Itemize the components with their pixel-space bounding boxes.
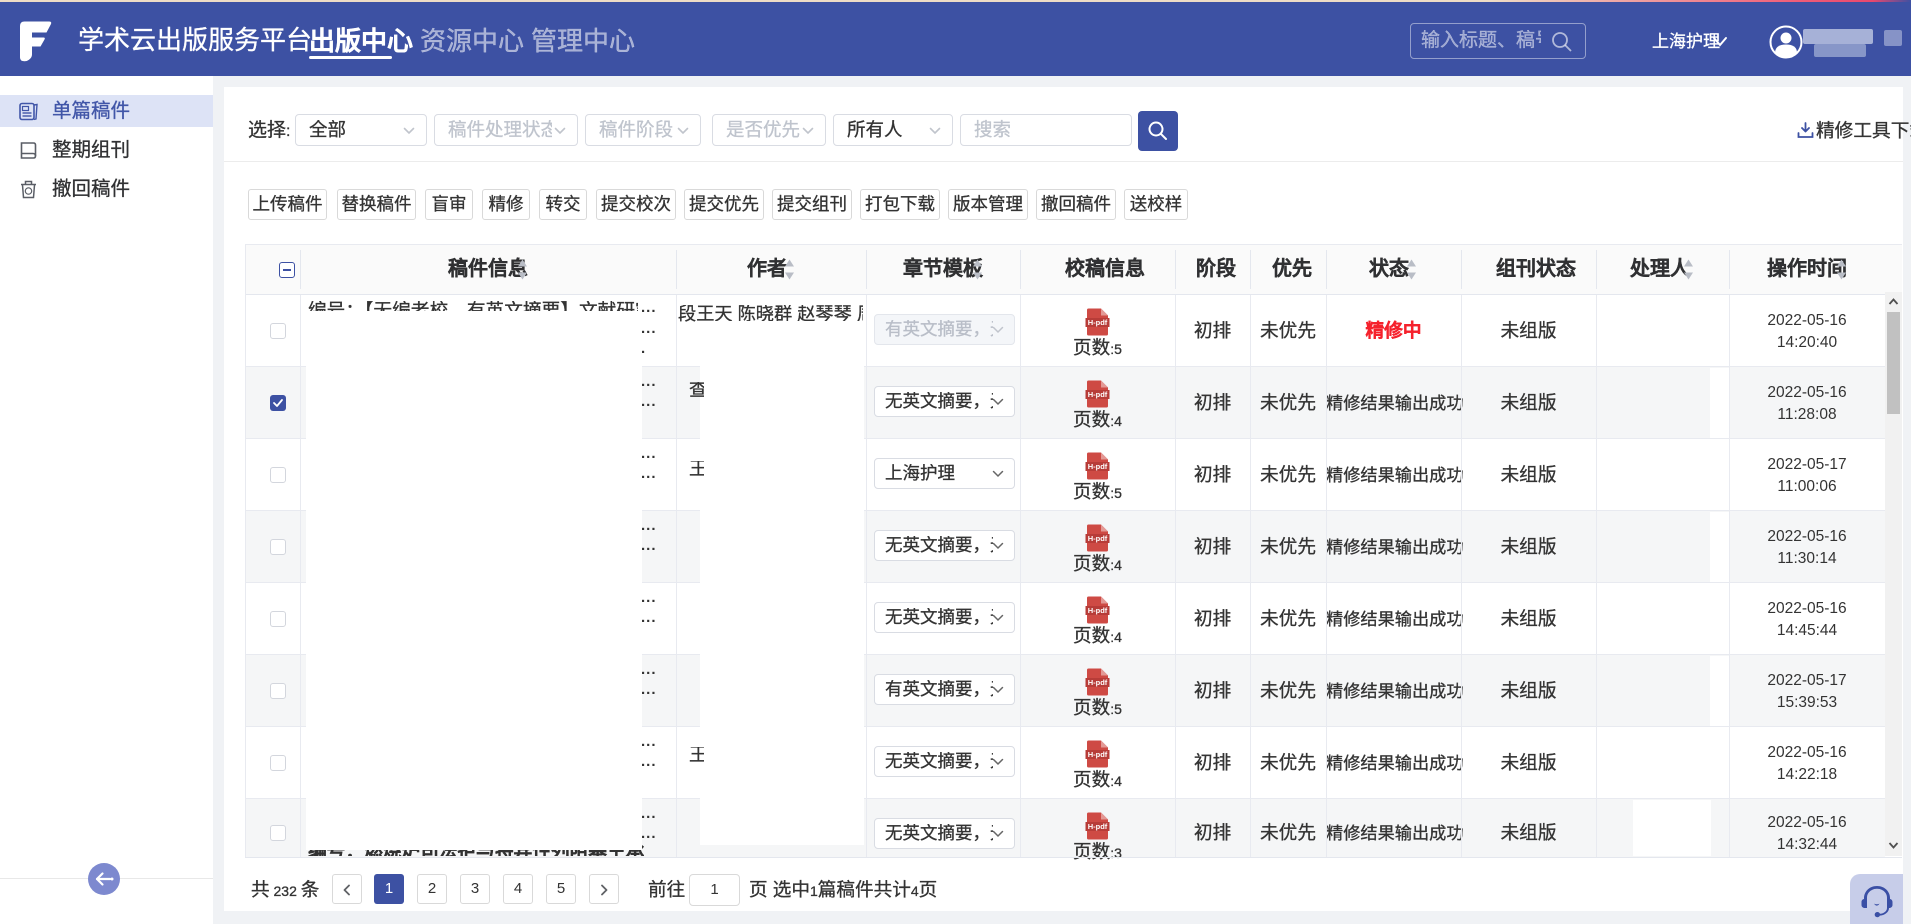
svg-text:H-pdf: H-pdf bbox=[1088, 390, 1108, 399]
svg-text:H-pdf: H-pdf bbox=[1088, 678, 1108, 687]
svg-text:H-pdf: H-pdf bbox=[1088, 534, 1108, 543]
svg-text:H-pdf: H-pdf bbox=[1088, 606, 1108, 615]
svg-text:H-pdf: H-pdf bbox=[1088, 750, 1108, 759]
svg-text:H-pdf: H-pdf bbox=[1088, 318, 1108, 327]
svg-text:H-pdf: H-pdf bbox=[1088, 462, 1108, 471]
svg-text:H-pdf: H-pdf bbox=[1088, 822, 1108, 831]
